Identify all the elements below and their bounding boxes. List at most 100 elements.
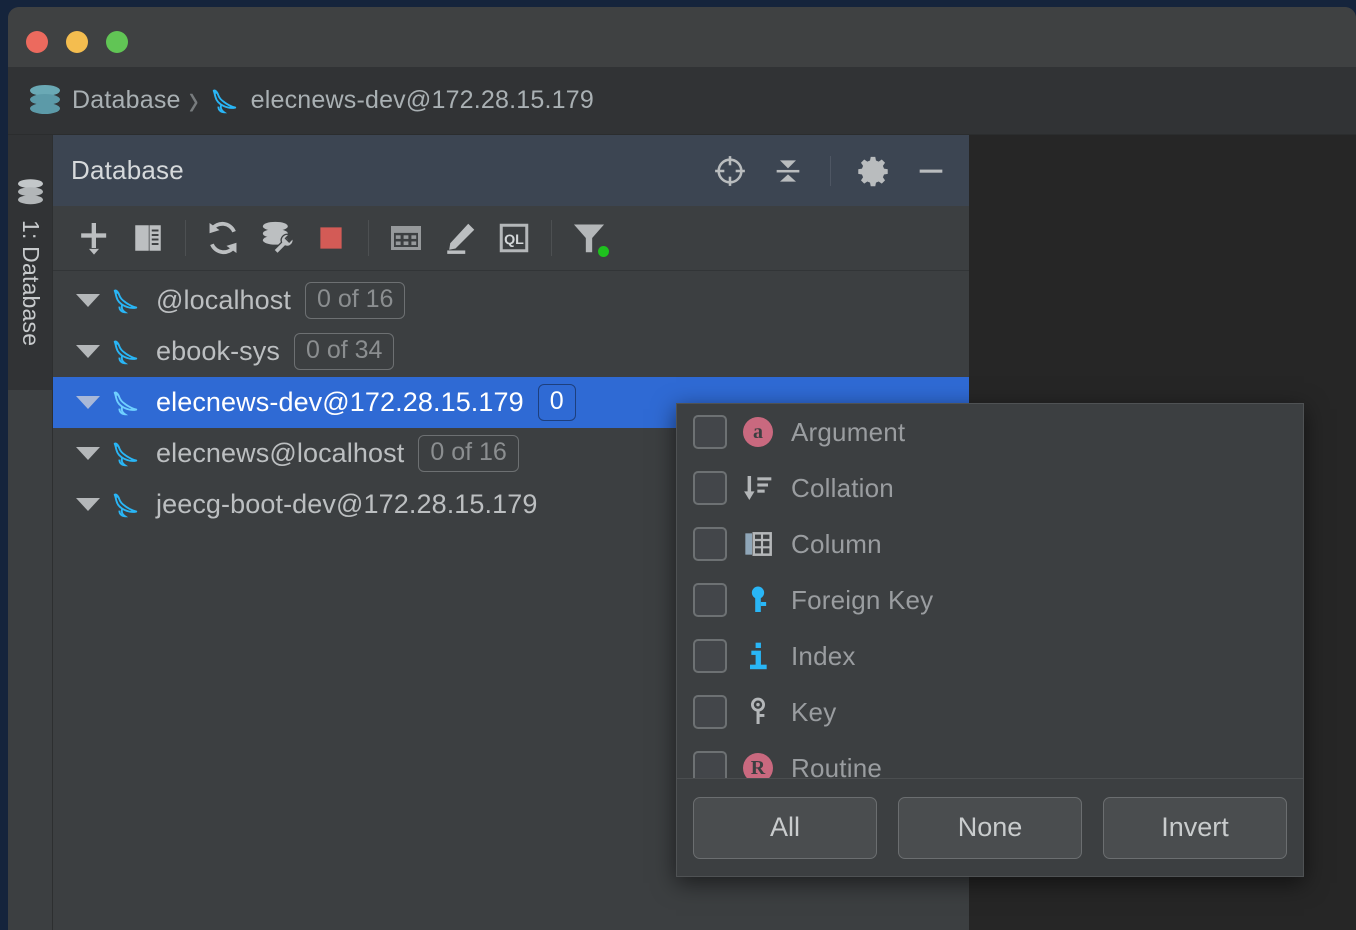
mysql-dolphin-icon xyxy=(113,340,138,364)
settings-button[interactable] xyxy=(851,149,895,193)
left-tool-stripe: 1: Database xyxy=(8,135,52,930)
breadcrumb-leaf[interactable]: elecnews-dev@172.28.15.179 xyxy=(209,86,594,116)
filter-popup: a Argument Collation Column Foreign Key … xyxy=(676,403,1304,877)
mysql-dolphin-icon xyxy=(113,493,138,517)
schema-count-badge: 0 of 16 xyxy=(304,282,406,319)
workspace: 1: Database Database QL @localhost 0 of … xyxy=(8,135,1356,930)
stop-button[interactable] xyxy=(304,213,358,263)
refresh-sync-icon xyxy=(209,221,237,255)
tool-window-button-database[interactable]: 1: Database xyxy=(8,135,52,390)
list-item-label: Key xyxy=(791,696,837,727)
routine-r-badge-icon: R xyxy=(741,751,775,780)
checkbox-key[interactable] xyxy=(693,695,727,729)
panel-header: Database xyxy=(53,135,969,206)
gear-icon xyxy=(858,156,888,186)
database-stack-icon xyxy=(17,178,43,206)
list-item[interactable]: R Routine xyxy=(677,740,1303,780)
minimize-dash-icon xyxy=(919,169,943,173)
expand-toggle-icon[interactable] xyxy=(68,447,108,460)
collapse-all-icon xyxy=(776,159,800,182)
table-grid-icon xyxy=(391,226,421,250)
list-item-label: Index xyxy=(791,640,856,671)
checkbox-index[interactable] xyxy=(693,639,727,673)
table-row[interactable]: @localhost 0 of 16 xyxy=(53,275,969,326)
close-window-button[interactable] xyxy=(26,31,48,53)
schema-count-badge: 0 of 34 xyxy=(293,333,395,370)
new-data-source-button[interactable] xyxy=(67,213,121,263)
window-traffic-lights xyxy=(26,31,128,53)
data-source-properties-button[interactable] xyxy=(250,213,304,263)
list-item[interactable]: a Argument xyxy=(677,404,1303,460)
list-item-label: Argument xyxy=(791,416,906,447)
copy-pages-icon xyxy=(135,225,161,251)
window-titlebar xyxy=(8,7,1356,67)
column-table-icon xyxy=(741,527,775,561)
index-info-icon xyxy=(741,639,775,673)
tree-item-label: @localhost xyxy=(156,285,291,315)
toolbar-divider xyxy=(551,220,552,256)
application-window: Database › elecnews-dev@172.28.15.179 1:… xyxy=(8,7,1356,930)
filter-active-indicator xyxy=(598,246,609,257)
expand-toggle-icon[interactable] xyxy=(68,345,108,358)
tree-item-label: ebook-sys xyxy=(156,336,280,366)
expand-toggle-icon[interactable] xyxy=(68,396,108,409)
invert-selection-button[interactable]: Invert xyxy=(1103,796,1287,859)
panel-title: Database xyxy=(71,155,184,185)
zoom-window-button[interactable] xyxy=(106,31,128,53)
table-row[interactable]: ebook-sys 0 of 34 xyxy=(53,326,969,377)
key-icon xyxy=(741,695,775,729)
crosshair-target-icon xyxy=(715,155,745,186)
checkbox-foreign-key[interactable] xyxy=(693,583,727,617)
schema-count-badge: 0 xyxy=(537,384,576,421)
foreign-key-icon xyxy=(741,583,775,617)
list-item-label: Column xyxy=(791,528,882,559)
list-item-label: Collation xyxy=(791,472,894,503)
minimize-window-button[interactable] xyxy=(66,31,88,53)
filter-button[interactable] xyxy=(562,213,616,263)
toolbar-divider xyxy=(185,220,186,256)
list-item[interactable]: Index xyxy=(677,628,1303,684)
database-wrench-icon xyxy=(262,221,294,255)
duplicate-button[interactable] xyxy=(121,213,175,263)
tree-item-label: elecnews@localhost xyxy=(156,438,405,468)
mysql-dolphin-icon xyxy=(113,442,138,466)
list-item[interactable]: Collation xyxy=(677,460,1303,516)
svg-text:QL: QL xyxy=(504,232,524,248)
checkbox-collation[interactable] xyxy=(693,471,727,505)
breadcrumb: Database › elecnews-dev@172.28.15.179 xyxy=(8,67,1356,135)
collation-sort-icon xyxy=(741,471,775,505)
ql-console-icon: QL xyxy=(499,223,529,253)
stop-square-icon xyxy=(320,227,342,249)
select-all-button[interactable]: All xyxy=(693,796,877,859)
breadcrumb-root-label: Database xyxy=(72,86,181,114)
modify-object-button[interactable] xyxy=(433,213,487,263)
routine-glyph: R xyxy=(743,753,773,780)
list-item[interactable]: Key xyxy=(677,684,1303,740)
open-data-editor-button[interactable] xyxy=(379,213,433,263)
header-divider xyxy=(830,155,831,186)
screen: Database › elecnews-dev@172.28.15.179 1:… xyxy=(0,0,1356,930)
checkbox-argument[interactable] xyxy=(693,415,727,449)
list-item[interactable]: Column xyxy=(677,516,1303,572)
locate-in-tree-button[interactable] xyxy=(708,149,752,193)
expand-toggle-icon[interactable] xyxy=(68,498,108,511)
query-console-button[interactable]: QL xyxy=(487,213,541,263)
breadcrumb-root[interactable]: Database xyxy=(30,84,181,117)
list-item[interactable]: Foreign Key xyxy=(677,572,1303,628)
checkbox-routine[interactable] xyxy=(693,751,727,780)
collapse-all-button[interactable] xyxy=(766,149,810,193)
plus-with-dropdown-icon xyxy=(81,223,107,255)
mysql-dolphin-icon xyxy=(113,391,138,415)
panel-header-actions xyxy=(708,149,953,193)
hide-panel-button[interactable] xyxy=(909,149,953,193)
tool-window-label: 1: Database xyxy=(17,219,44,347)
schema-count-badge: 0 of 16 xyxy=(418,435,519,472)
filter-popup-footer: All None Invert xyxy=(677,778,1303,876)
select-none-button[interactable]: None xyxy=(898,796,1082,859)
refresh-button[interactable] xyxy=(196,213,250,263)
mysql-dolphin-icon xyxy=(113,289,138,313)
expand-toggle-icon[interactable] xyxy=(68,294,108,307)
list-item-label: Routine xyxy=(791,752,883,781)
checkbox-column[interactable] xyxy=(693,527,727,561)
panel-toolbar: QL xyxy=(53,206,969,271)
